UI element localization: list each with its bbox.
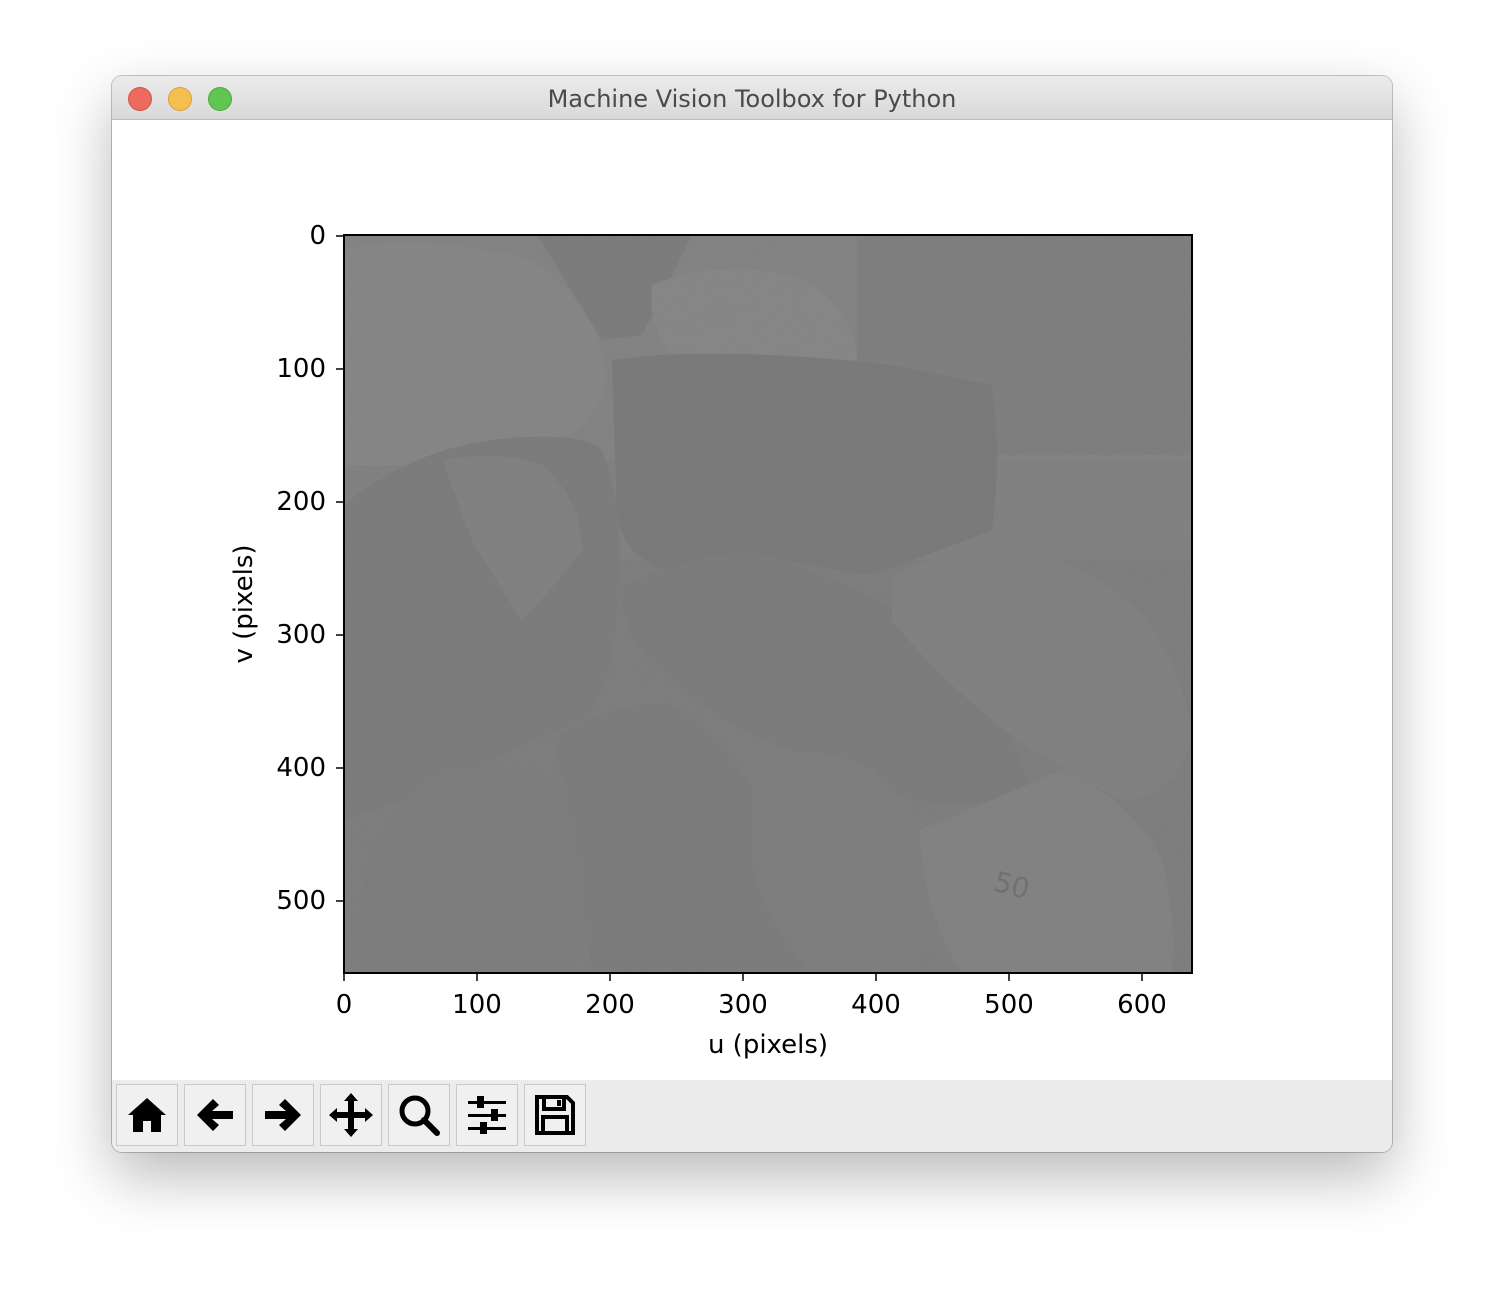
pan-icon xyxy=(329,1093,373,1137)
x-axis: 0 100 200 300 400 500 600 xyxy=(336,973,1167,1020)
zoom-icon xyxy=(399,1095,440,1136)
y-tick-label: 400 xyxy=(276,753,326,783)
pan-button[interactable] xyxy=(320,1084,382,1146)
app-window: Machine Vision Toolbox for Python 0 100 … xyxy=(112,76,1392,1152)
x-tick-label: 500 xyxy=(984,990,1034,1020)
y-axis-label: v (pixels) xyxy=(229,544,259,663)
save-button[interactable] xyxy=(524,1084,586,1146)
x-tick-label: 200 xyxy=(585,990,635,1020)
y-tick-label: 100 xyxy=(276,354,326,384)
title-bar: Machine Vision Toolbox for Python xyxy=(112,76,1392,120)
save-icon xyxy=(535,1095,575,1135)
y-tick-label: 200 xyxy=(276,487,326,517)
x-tick-label: 0 xyxy=(336,990,353,1020)
y-tick-label: 500 xyxy=(276,886,326,916)
window-title: Machine Vision Toolbox for Python xyxy=(547,85,957,113)
x-tick-label: 100 xyxy=(452,990,502,1020)
x-tick-label: 600 xyxy=(1117,990,1167,1020)
y-tick-label: 0 xyxy=(309,221,326,251)
figure-canvas[interactable]: 50 0 100 200 300 400 500 xyxy=(112,120,1392,1080)
x-tick-label: 400 xyxy=(851,990,901,1020)
x-axis-label: u (pixels) xyxy=(708,1030,828,1060)
y-axis: 0 100 200 300 400 500 xyxy=(276,221,344,916)
y-tick-label: 300 xyxy=(276,620,326,650)
home-icon xyxy=(128,1098,166,1132)
configure-subplots-button[interactable] xyxy=(456,1084,518,1146)
home-button[interactable] xyxy=(116,1084,178,1146)
forward-button[interactable] xyxy=(252,1084,314,1146)
x-tick-label: 300 xyxy=(718,990,768,1020)
navigation-toolbar xyxy=(112,1080,1392,1152)
back-button[interactable] xyxy=(184,1084,246,1146)
figure-svg: 50 0 100 200 300 400 500 xyxy=(229,221,1193,1060)
image-display: 50 xyxy=(344,235,1192,973)
zoom-button[interactable] xyxy=(388,1084,450,1146)
configure-subplots-icon xyxy=(468,1096,506,1134)
back-arrow-icon xyxy=(197,1099,233,1131)
forward-arrow-icon xyxy=(265,1099,301,1131)
